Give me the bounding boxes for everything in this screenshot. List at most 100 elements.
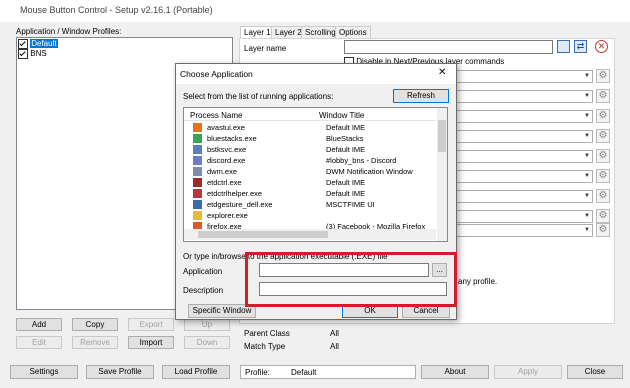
profile-status-value: Default	[291, 368, 317, 377]
app-icon	[193, 178, 202, 187]
down-button[interactable]: Down	[184, 336, 230, 349]
process-name: etdctrlhelper.exe	[207, 189, 263, 198]
hscrollbar-thumb[interactable]	[198, 231, 328, 238]
refresh-button[interactable]: Refresh	[393, 89, 449, 103]
window-title: Mouse Button Control - Setup v2.16.1 (Po…	[20, 5, 213, 15]
list-item[interactable]: dwm.exe DWM Notification Window	[184, 166, 434, 177]
button-action-combo-3[interactable]: ▼	[455, 110, 593, 123]
button-action-combo-7[interactable]: ▼	[455, 190, 593, 203]
add-button[interactable]: Add	[16, 318, 62, 331]
process-name: bstksvc.exe	[207, 145, 247, 154]
profile-checkbox-default[interactable]	[18, 39, 28, 49]
button-action-combo-9[interactable]: ▼	[455, 224, 593, 237]
gear-icon[interactable]: ⚙	[596, 189, 610, 203]
clear-layer-icon[interactable]: ✕	[595, 40, 608, 53]
app-icon	[193, 145, 202, 154]
match-type-value: All	[330, 342, 339, 351]
window-title: Default IME	[326, 189, 366, 198]
application-label: Application	[183, 267, 223, 276]
app-icon	[193, 211, 202, 220]
save-profile-button[interactable]: Save Profile	[86, 365, 154, 379]
button-action-combo-4[interactable]: ▼	[455, 130, 593, 143]
highlight-box	[245, 252, 457, 307]
layer-name-label: Layer name	[244, 44, 287, 53]
layer-name-input[interactable]	[344, 40, 553, 54]
edit-button[interactable]: Edit	[16, 336, 62, 349]
app-icon	[193, 189, 202, 198]
button-action-combo-5[interactable]: ▼	[455, 150, 593, 163]
process-name: avastui.exe	[207, 123, 245, 132]
profile-status-field: Profile: Default	[240, 365, 416, 379]
profile-item-default[interactable]: Default	[18, 39, 118, 49]
match-type-label: Match Type	[244, 342, 286, 351]
profile-checkbox-bns[interactable]	[18, 49, 28, 59]
app-icon	[193, 156, 202, 165]
app-icon	[193, 200, 202, 209]
column-header-process[interactable]: Process Name	[190, 111, 242, 120]
window-title: BlueStacks	[326, 134, 364, 143]
copy-button[interactable]: Copy	[72, 318, 118, 331]
remove-button[interactable]: Remove	[72, 336, 118, 349]
horizontal-scrollbar[interactable]	[184, 229, 436, 240]
profile-label-bns: BNS	[30, 49, 47, 59]
profile-label-default: Default	[30, 39, 58, 49]
running-apps-list[interactable]: Process Name Window Title avastui.exe Def…	[183, 107, 448, 242]
dialog-title-bar: Choose Application ✕	[176, 64, 456, 84]
process-name: explorer.exe	[207, 211, 248, 220]
vertical-scrollbar[interactable]	[437, 108, 447, 241]
main-window: Mouse Button Control - Setup v2.16.1 (Po…	[0, 0, 630, 388]
button-action-combo-8[interactable]: ▼	[455, 210, 593, 223]
list-item[interactable]: explorer.exe	[184, 210, 434, 221]
gear-icon[interactable]: ⚙	[596, 223, 610, 237]
apply-button[interactable]: Apply	[494, 365, 562, 379]
app-icon	[193, 134, 202, 143]
button-action-combo-1[interactable]: ▼	[455, 70, 593, 83]
column-header-window[interactable]: Window Title	[319, 111, 364, 120]
scrollbar-thumb[interactable]	[438, 120, 446, 152]
list-item[interactable]: avastui.exe Default IME	[184, 122, 434, 133]
gear-icon[interactable]: ⚙	[596, 169, 610, 183]
load-profile-button[interactable]: Load Profile	[162, 365, 230, 379]
app-icon	[193, 167, 202, 176]
import-button[interactable]: Import	[128, 336, 174, 349]
profile-item-bns[interactable]: BNS	[18, 49, 118, 59]
window-title: Default IME	[326, 178, 366, 187]
dialog-title: Choose Application	[180, 69, 253, 79]
list-item[interactable]: etdctrlhelper.exe Default IME	[184, 188, 434, 199]
profile-note-text: any profile.	[458, 277, 498, 286]
settings-button[interactable]: Settings	[10, 365, 78, 379]
process-name: discord.exe	[207, 156, 246, 165]
list-item[interactable]: etdctrl.exe Default IME	[184, 177, 434, 188]
gear-icon[interactable]: ⚙	[596, 149, 610, 163]
app-icon	[193, 123, 202, 132]
title-bar: Mouse Button Control - Setup v2.16.1 (Po…	[0, 0, 630, 22]
button-action-combo-6[interactable]: ▼	[455, 170, 593, 183]
list-item[interactable]: discord.exe #lobby_bns - Discord	[184, 155, 434, 166]
list-item[interactable]: etdgesture_dell.exe MSCTFIME UI	[184, 199, 434, 210]
list-item[interactable]: bstksvc.exe Default IME	[184, 144, 434, 155]
profiles-header: Application / Window Profiles:	[16, 27, 122, 36]
process-name: bluestacks.exe	[207, 134, 257, 143]
about-button[interactable]: About	[421, 365, 489, 379]
gear-icon[interactable]: ⚙	[596, 209, 610, 223]
gear-icon[interactable]: ⚙	[596, 129, 610, 143]
process-name: etdctrl.exe	[207, 178, 242, 187]
button-action-combo-2[interactable]: ▼	[455, 90, 593, 103]
gear-icon[interactable]: ⚙	[596, 89, 610, 103]
gear-icon[interactable]: ⚙	[596, 69, 610, 83]
window-title: #lobby_bns - Discord	[326, 156, 397, 165]
dialog-instruction: Select from the list of running applicat…	[183, 92, 334, 101]
process-name: etdgesture_dell.exe	[207, 200, 273, 209]
gear-icon[interactable]: ⚙	[596, 109, 610, 123]
process-name: dwm.exe	[207, 167, 238, 176]
window-title: DWM Notification Window	[326, 167, 413, 176]
swap-layer-icon[interactable]: ⇄	[574, 40, 587, 53]
list-item[interactable]: bluestacks.exe BlueStacks	[184, 133, 434, 144]
parent-class-value: All	[330, 329, 339, 338]
export-button[interactable]: Export	[128, 318, 174, 331]
close-button[interactable]: Close	[567, 365, 623, 379]
window-title: MSCTFIME UI	[326, 200, 375, 209]
copy-layer-icon[interactable]	[557, 40, 570, 53]
list-header: Process Name Window Title	[184, 108, 436, 121]
close-icon[interactable]: ✕	[438, 67, 446, 78]
